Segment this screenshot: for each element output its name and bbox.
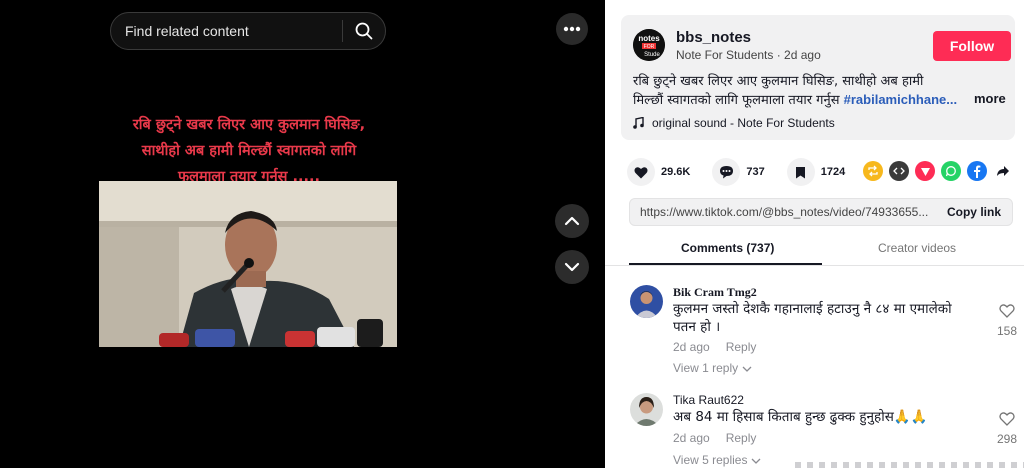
- caption-line-1: रबि छुट्ने खबर लिएर आए कुलमान घिसिङ,: [132, 117, 366, 133]
- panel-tabs: Comments (737) Creator videos: [605, 234, 1024, 266]
- search-bar[interactable]: Find related content: [110, 12, 386, 50]
- embed-icon[interactable]: [889, 161, 909, 181]
- comment-time: 2d ago: [673, 340, 710, 354]
- share-arrow-icon[interactable]: [993, 161, 1013, 181]
- ellipsis-icon: [563, 26, 581, 32]
- author-subtitle: Note For Students · 2d ago: [676, 48, 821, 62]
- comment-like-count: 298: [996, 432, 1018, 446]
- heart-icon[interactable]: [627, 158, 655, 186]
- video-frame[interactable]: [99, 181, 397, 347]
- avatar-text-1: notes: [638, 34, 660, 43]
- commenter-name[interactable]: Tika Raut622: [673, 393, 744, 407]
- comment-like[interactable]: 298: [992, 411, 1022, 446]
- comment-item: Bik Cram Tmg2 कुलमन जस्तो देशकै गहानालाई…: [630, 285, 1020, 380]
- comment-text: कुलमन जस्तो देशकै गहानालाई हटाउनु नै ८४ …: [673, 301, 952, 335]
- view-replies-label[interactable]: View 5 replies: [673, 453, 747, 467]
- search-icon[interactable]: [343, 12, 385, 50]
- previous-video-button[interactable]: [555, 204, 589, 238]
- follow-button[interactable]: Follow: [933, 31, 1011, 61]
- save-stat[interactable]: 1724: [786, 158, 846, 186]
- reply-button[interactable]: Reply: [726, 431, 757, 445]
- music-note-icon: [633, 117, 644, 129]
- commenter-name[interactable]: Bik Cram Tmg2: [673, 285, 757, 300]
- copy-link-button[interactable]: Copy link: [936, 199, 1012, 225]
- heart-outline-icon: [999, 412, 1015, 426]
- hashtag-link[interactable]: #rabilamichhane...: [844, 92, 957, 107]
- search-input[interactable]: Find related content: [111, 23, 342, 39]
- description-line-2: मिल्छौं स्वागतको लागि फूलमाला तयार गर्नु…: [633, 93, 844, 108]
- description-line-1: रबि छुट्ने खबर लिएर आए कुलमान घिसिङ, साथ…: [633, 74, 924, 89]
- comment-meta: 2d ago Reply: [673, 431, 756, 445]
- avatar-text-2: FOR: [644, 44, 655, 50]
- video-link-box: https://www.tiktok.com/@bbs_notes/video/…: [629, 198, 1013, 226]
- details-panel: notes FOR Stude bbs_notes Note For Stude…: [605, 0, 1024, 468]
- like-count: 29.6K: [661, 166, 691, 178]
- view-replies-button[interactable]: View 1 reply: [673, 361, 752, 375]
- commenter-avatar[interactable]: [630, 393, 663, 426]
- video-caption: रबि छुट्ने खबर लिएर आए कुलमान घिसिङ, साथ…: [100, 112, 398, 190]
- more-link[interactable]: more: [974, 91, 1006, 106]
- whatsapp-icon[interactable]: [941, 161, 961, 181]
- send-icon[interactable]: [915, 161, 935, 181]
- video-description: रबि छुट्ने खबर लिएर आए कुलमान घिसिङ, साथ…: [633, 73, 993, 110]
- avatar-text-3: Stude: [644, 52, 660, 58]
- active-tab-indicator: [629, 263, 822, 265]
- chevron-down-icon: [742, 366, 751, 372]
- comment-like-count: 158: [996, 324, 1018, 338]
- like-stat[interactable]: 29.6K: [627, 158, 690, 186]
- comment-count: 737: [746, 166, 765, 178]
- save-count: 1724: [820, 166, 846, 178]
- comment-like[interactable]: 158: [992, 303, 1022, 338]
- comment-text: अब 84 मा हिसाब किताब हुन्छ ढुक्क हुनुहोस…: [673, 409, 928, 425]
- chevron-down-icon: [751, 458, 761, 464]
- share-icons: [863, 161, 1013, 181]
- chevron-down-icon: [564, 262, 580, 272]
- reply-button[interactable]: Reply: [726, 340, 757, 354]
- facebook-icon[interactable]: [967, 161, 987, 181]
- sound-label[interactable]: original sound - Note For Students: [652, 116, 835, 130]
- tab-creator-videos[interactable]: Creator videos: [878, 241, 956, 255]
- comment-bubble-icon[interactable]: [712, 158, 741, 186]
- caption-line-2: साथीहो अब हामी मिल्छौं स्वागतको लागि: [141, 143, 357, 159]
- next-comment-preview: [795, 462, 1024, 468]
- video-still-image: [99, 181, 397, 347]
- comment-stat[interactable]: 737: [712, 158, 765, 186]
- view-replies-button[interactable]: View 5 replies: [673, 453, 761, 467]
- tab-comments[interactable]: Comments (737): [681, 241, 774, 255]
- bookmark-icon[interactable]: [786, 158, 815, 186]
- comment-item: Tika Raut622 अब 84 मा हिसाब किताब हुन्छ …: [630, 393, 1020, 468]
- repost-icon[interactable]: [863, 161, 883, 181]
- heart-outline-icon: [999, 304, 1015, 318]
- chevron-up-icon: [564, 216, 580, 226]
- view-replies-label[interactable]: View 1 reply: [673, 361, 738, 375]
- video-info-card: notes FOR Stude bbs_notes Note For Stude…: [621, 15, 1015, 140]
- video-area: Find related content रबि छुट्ने खबर लिएर…: [0, 0, 605, 468]
- author-username[interactable]: bbs_notes: [676, 29, 751, 46]
- engagement-stats: 29.6K 737 1724: [627, 158, 867, 186]
- commenter-avatar[interactable]: [630, 285, 663, 318]
- more-options-button[interactable]: [556, 13, 588, 45]
- sound-row[interactable]: original sound - Note For Students: [633, 116, 835, 130]
- video-url[interactable]: https://www.tiktok.com/@bbs_notes/video/…: [640, 205, 928, 219]
- comment-meta: 2d ago Reply: [673, 340, 756, 354]
- next-video-button[interactable]: [555, 250, 589, 284]
- author-avatar[interactable]: notes FOR Stude: [633, 29, 665, 61]
- comment-time: 2d ago: [673, 431, 710, 445]
